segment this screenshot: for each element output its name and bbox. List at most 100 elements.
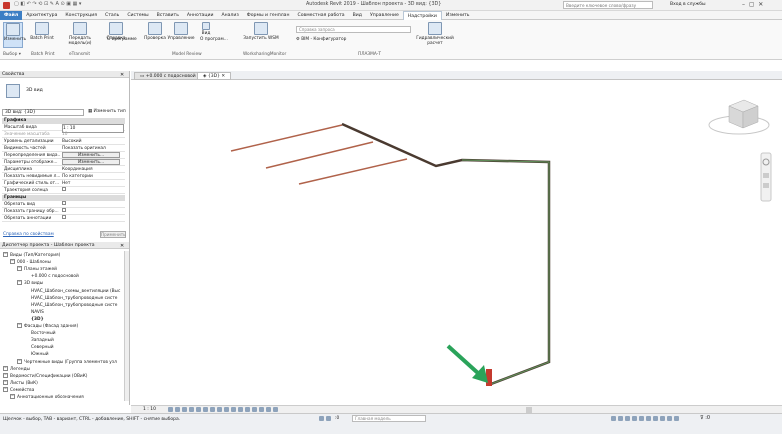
expand-icon[interactable]: − — [17, 266, 22, 272]
prop-row[interactable]: Уровень детализации Высокий — [2, 138, 125, 145]
about-label[interactable]: О программе — [107, 37, 137, 42]
expand-icon[interactable]: − — [17, 358, 22, 364]
about-label-2[interactable]: О програм... — [200, 37, 228, 42]
instance-selector[interactable]: 3D вид: {3D} — [2, 109, 84, 116]
checkbox[interactable] — [62, 215, 124, 222]
bim-configurator-button[interactable]: ⚙ BIM - Конфигуратор — [296, 37, 346, 42]
tab-analyze[interactable]: Анализ — [217, 11, 242, 20]
main-pipe[interactable] — [341, 122, 551, 386]
tab-manage[interactable]: Управление — [366, 11, 403, 20]
tab-massing[interactable]: Формы и генплан — [243, 11, 294, 20]
active-model-selector[interactable]: Главная модель — [352, 415, 426, 422]
expand-icon[interactable] — [24, 273, 29, 278]
prop-row[interactable]: Показать невидимые л... По категории — [2, 173, 125, 180]
browser-tree-item[interactable]: − Аннотационные обозначения — [10, 394, 84, 401]
edit-display-button[interactable]: Изменить... — [62, 159, 120, 165]
drawing-canvas[interactable] — [131, 80, 782, 405]
browser-tree-item[interactable]: HVAC_Шаблон_схемы_вентиляции (Выс — [24, 288, 120, 295]
browser-tree-item[interactable]: −3D виды — [17, 280, 43, 287]
run-wsm-button[interactable]: Запустить WSM — [243, 22, 279, 41]
expand-icon[interactable] — [24, 330, 29, 335]
edit-overrides-button[interactable]: Изменить... — [62, 152, 120, 158]
search-input[interactable]: Введите ключевое слово/фразу — [563, 1, 653, 9]
tab-systems[interactable]: Системы — [123, 11, 152, 20]
expand-icon[interactable]: − — [3, 365, 8, 371]
checkbox[interactable] — [62, 187, 124, 194]
browser-tree-item[interactable]: Северный — [24, 344, 54, 351]
prop-row[interactable]: Обрезать аннотации — [2, 215, 125, 222]
valve-fitting[interactable] — [486, 369, 492, 386]
hydraulic-calc-button[interactable]: Гидравлический расчет — [415, 22, 455, 46]
browser-tree-item[interactable]: Восточный — [24, 330, 56, 337]
close-icon[interactable]: ✕ — [120, 72, 124, 78]
sign-in-link[interactable]: Вход в службы — [670, 2, 706, 7]
checkbox[interactable] — [62, 208, 124, 215]
expand-icon[interactable]: − — [3, 386, 8, 392]
pipe-branch[interactable] — [230, 124, 343, 152]
expand-icon[interactable] — [24, 351, 29, 356]
scrollbar[interactable] — [124, 251, 129, 401]
prop-row[interactable]: Дисциплина Координация — [2, 166, 125, 173]
checkbox[interactable] — [62, 201, 124, 208]
tab-file[interactable]: Файл — [0, 10, 23, 20]
window-controls-icon[interactable]: – ▢ ✕ — [742, 1, 763, 8]
prop-row[interactable]: Параметры отображе... Изменить... — [2, 159, 125, 166]
expand-icon[interactable]: − — [3, 379, 8, 385]
browser-tree-item[interactable]: Западный — [24, 337, 54, 344]
tab-modify[interactable]: Изменить — [442, 11, 474, 20]
expand-icon[interactable]: − — [17, 280, 22, 286]
manage-button[interactable]: Управление — [166, 22, 196, 41]
view-scale[interactable]: 1 : 10 — [143, 406, 156, 413]
browser-tree-item[interactable]: − Легенды — [3, 365, 30, 373]
modify-button[interactable]: Изменить — [3, 22, 26, 48]
tab-structure[interactable]: Конструкция — [61, 11, 101, 20]
prop-row[interactable]: Масштаб вида 1 : 10 — [2, 124, 125, 133]
tab-steel[interactable]: Сталь — [101, 11, 123, 20]
browser-tree-item[interactable]: HVAC_Шаблон_трубопроводные систе — [24, 302, 117, 309]
expand-icon[interactable] — [24, 309, 29, 314]
pipe-branch[interactable] — [265, 141, 374, 169]
batch-print-button[interactable]: Batch Print — [29, 22, 55, 41]
selection-filters-icon[interactable] — [610, 416, 680, 422]
view-button[interactable]: Вид — [198, 22, 214, 36]
tab-architecture[interactable]: Архитектура — [22, 11, 61, 20]
browser-tree-item[interactable]: HVAC_Шаблон_трубопроводные систе — [24, 295, 117, 302]
apply-button[interactable]: Применить — [100, 231, 126, 238]
filter-icon[interactable]: ⊽ :0 — [700, 415, 710, 421]
browser-tree-item[interactable]: − Чертежные виды (Группа элементов узл — [17, 358, 117, 366]
expand-icon[interactable] — [24, 344, 29, 349]
tab-collaborate[interactable]: Совместная работа — [293, 11, 348, 20]
tab-addins[interactable]: Надстройки — [402, 10, 442, 20]
expand-icon[interactable]: − — [10, 394, 15, 399]
tab-view[interactable]: Вид — [349, 11, 366, 20]
prop-row[interactable]: Переопределения вида... Изменить... — [2, 152, 125, 159]
browser-tree-item[interactable]: − Ведомости/Спецификации (ОВиК) — [3, 372, 87, 380]
expand-icon[interactable]: − — [3, 372, 8, 378]
check-button[interactable]: Проверка — [143, 22, 167, 41]
expand-icon[interactable]: − — [17, 323, 22, 328]
quick-access-icon[interactable]: ▢ ◧ ↶ ↷ ⟲ ⊡ ✎ A ⊙ ▣ ▦ ▾ — [14, 1, 81, 7]
edit-type-button[interactable]: ▦ Изменить тип — [88, 109, 126, 114]
tab-insert[interactable]: Вставить — [153, 11, 183, 20]
help-query-input[interactable]: Справка запроса — [296, 26, 411, 33]
expand-icon[interactable]: − — [10, 259, 15, 265]
expand-icon[interactable] — [24, 295, 29, 300]
properties-help-link[interactable]: Справка по свойствам — [3, 232, 54, 237]
status-icons[interactable] — [318, 416, 332, 422]
browser-tree-item[interactable]: − Листы (ВиК) — [3, 379, 38, 387]
prop-row[interactable]: Траектория солнца — [2, 187, 125, 194]
expand-icon[interactable] — [24, 288, 29, 293]
close-icon[interactable]: ✕ — [120, 243, 124, 249]
browser-tree-item[interactable]: − Фасады (Фасад здания) — [17, 323, 78, 330]
prop-row[interactable]: Показать границу обр... — [2, 208, 125, 215]
browser-tree-item[interactable]: +0.000 с подосновой — [24, 273, 79, 280]
browser-tree-item[interactable]: − Виды (Тип/Категория) — [3, 252, 60, 259]
pipe-branch[interactable] — [298, 158, 408, 185]
group-select[interactable]: Выбор ▾ — [3, 52, 21, 57]
expand-icon[interactable]: − — [3, 252, 8, 257]
expand-icon[interactable] — [24, 302, 29, 307]
tab-floor-plan[interactable]: ▭ +0.000 с подосновой ✕ — [134, 72, 207, 80]
navigation-bar-icon[interactable] — [760, 152, 772, 202]
browser-tree-item[interactable]: {3D} — [24, 316, 44, 323]
revit-logo-icon[interactable] — [3, 2, 10, 9]
